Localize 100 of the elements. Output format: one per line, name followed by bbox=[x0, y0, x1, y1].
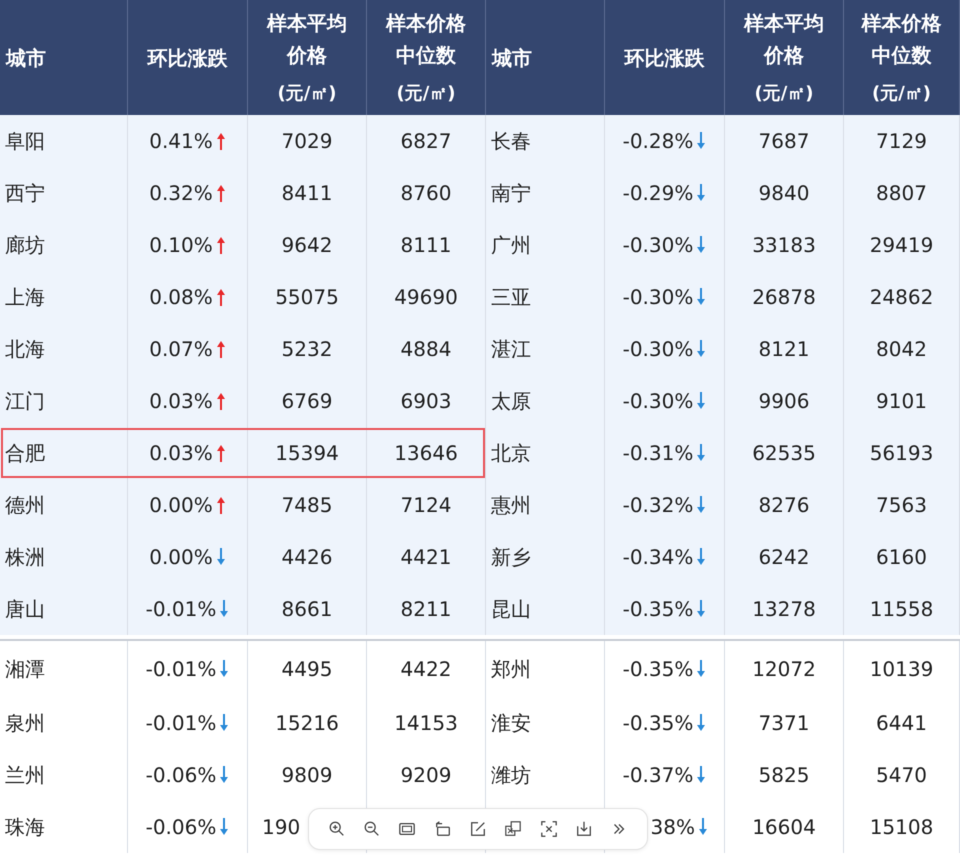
city-name: 淮安 bbox=[491, 710, 531, 736]
price-value: 6160 bbox=[876, 545, 927, 569]
change-value: 0.00% bbox=[149, 493, 213, 517]
column-unit: (元/㎡) bbox=[872, 82, 932, 106]
change-value: -0.32% bbox=[622, 493, 694, 517]
price-value: 12072 bbox=[752, 657, 816, 681]
change-value: 0.03% bbox=[149, 441, 213, 465]
city-name: 阜阳 bbox=[5, 128, 45, 154]
price-value: 6903 bbox=[400, 389, 452, 413]
price-value: 8276 bbox=[758, 493, 810, 517]
translate-icon[interactable] bbox=[504, 820, 522, 838]
change-value: -0.06% bbox=[146, 815, 216, 839]
change-value: -0.01% bbox=[146, 711, 216, 735]
city-name: 惠州 bbox=[491, 492, 531, 518]
city-name: 德州 bbox=[5, 492, 45, 518]
price-value: 6827 bbox=[400, 129, 452, 153]
price-value: 8411 bbox=[282, 181, 332, 205]
city-name: 株洲 bbox=[5, 544, 45, 570]
city-name: 兰州 bbox=[5, 762, 45, 788]
column-unit: (元/㎡) bbox=[396, 82, 456, 106]
change-value: -0.01% bbox=[146, 597, 216, 621]
city-name: 湛江 bbox=[491, 336, 531, 362]
city-name: 湘潭 bbox=[5, 656, 45, 682]
price-value: 4421 bbox=[400, 545, 452, 569]
city-name: 三亚 bbox=[491, 284, 531, 310]
fit-screen-icon[interactable] bbox=[398, 820, 416, 838]
city-name: 太原 bbox=[491, 388, 531, 414]
city-name: 南宁 bbox=[491, 180, 531, 206]
change-value: -0.30% bbox=[622, 337, 694, 361]
change-value: -0.35% bbox=[622, 657, 694, 681]
city-name: 北京 bbox=[491, 440, 531, 466]
price-value: 4884 bbox=[400, 337, 452, 361]
price-value: 24862 bbox=[870, 285, 934, 309]
price-value: 4495 bbox=[282, 657, 332, 681]
price-value: 7129 bbox=[876, 129, 927, 153]
column-header: 样本价格中位数 bbox=[385, 10, 467, 68]
price-value: 13646 bbox=[394, 441, 458, 465]
change-value: -0.29% bbox=[622, 181, 694, 205]
price-value: 33183 bbox=[752, 233, 816, 257]
column-header: 环比涨跌 bbox=[624, 44, 706, 72]
price-value: 8807 bbox=[876, 181, 927, 205]
city-name: 广州 bbox=[491, 232, 531, 258]
download-icon[interactable] bbox=[574, 820, 593, 838]
price-value: 5825 bbox=[758, 763, 810, 787]
price-value: 7687 bbox=[758, 129, 810, 153]
change-value: -0.30% bbox=[622, 285, 694, 309]
city-name: 珠海 bbox=[5, 814, 45, 840]
change-value: 0.07% bbox=[149, 337, 213, 361]
scan-icon[interactable] bbox=[540, 820, 558, 838]
change-value: -0.34% bbox=[622, 545, 694, 569]
change-value: -0.37% bbox=[622, 763, 694, 787]
city-name: 潍坊 bbox=[491, 762, 531, 788]
city-name: 上海 bbox=[5, 284, 45, 310]
price-value: 26878 bbox=[752, 285, 816, 309]
change-value: -0.35% bbox=[622, 597, 694, 621]
zoom-in-icon[interactable] bbox=[328, 820, 346, 838]
city-name: 北海 bbox=[5, 336, 45, 362]
city-name: 泉州 bbox=[5, 710, 45, 736]
city-name: 合肥 bbox=[5, 440, 45, 466]
price-value: 190 bbox=[262, 815, 300, 839]
price-value: 62535 bbox=[752, 441, 816, 465]
price-value: 10139 bbox=[870, 657, 934, 681]
edit-icon[interactable] bbox=[468, 820, 487, 838]
change-value: 0.08% bbox=[149, 285, 213, 309]
city-name: 江门 bbox=[5, 388, 45, 414]
price-value: 55075 bbox=[275, 285, 339, 309]
price-value: 6769 bbox=[282, 389, 332, 413]
price-value: 9840 bbox=[758, 181, 810, 205]
zoom-out-icon[interactable] bbox=[362, 820, 381, 838]
price-value: 6242 bbox=[758, 545, 810, 569]
column-header: 样本价格中位数 bbox=[860, 10, 942, 68]
column-header: 城市 bbox=[6, 44, 46, 72]
change-value: 0.32% bbox=[149, 181, 213, 205]
price-value: 5232 bbox=[282, 337, 332, 361]
price-value: 29419 bbox=[870, 233, 934, 257]
rotate-icon[interactable] bbox=[434, 820, 452, 838]
change-value: -0.30% bbox=[622, 389, 694, 413]
city-name: 廊坊 bbox=[5, 232, 45, 258]
price-value: 5470 bbox=[876, 763, 927, 787]
column-unit: (元/㎡) bbox=[754, 82, 814, 106]
city-name: 西宁 bbox=[5, 180, 45, 206]
column-header: 城市 bbox=[492, 44, 532, 72]
price-value: 4426 bbox=[282, 545, 332, 569]
column-header: 环比涨跌 bbox=[146, 44, 228, 72]
price-value: 11558 bbox=[870, 597, 934, 621]
price-value: 8211 bbox=[400, 597, 452, 621]
price-value: 8760 bbox=[400, 181, 452, 205]
column-header: 样本平均价格 bbox=[743, 10, 825, 68]
price-value: 16604 bbox=[752, 815, 816, 839]
price-value: 6441 bbox=[876, 711, 927, 735]
change-value: 38% bbox=[650, 815, 695, 839]
price-value: 9809 bbox=[282, 763, 332, 787]
price-value: 8111 bbox=[400, 233, 452, 257]
price-value: 9906 bbox=[758, 389, 810, 413]
price-value: 15394 bbox=[275, 441, 339, 465]
change-value: -0.28% bbox=[622, 129, 694, 153]
price-value: 49690 bbox=[394, 285, 458, 309]
change-value: 0.00% bbox=[149, 545, 213, 569]
change-value: -0.06% bbox=[146, 763, 216, 787]
price-value: 9642 bbox=[282, 233, 332, 257]
